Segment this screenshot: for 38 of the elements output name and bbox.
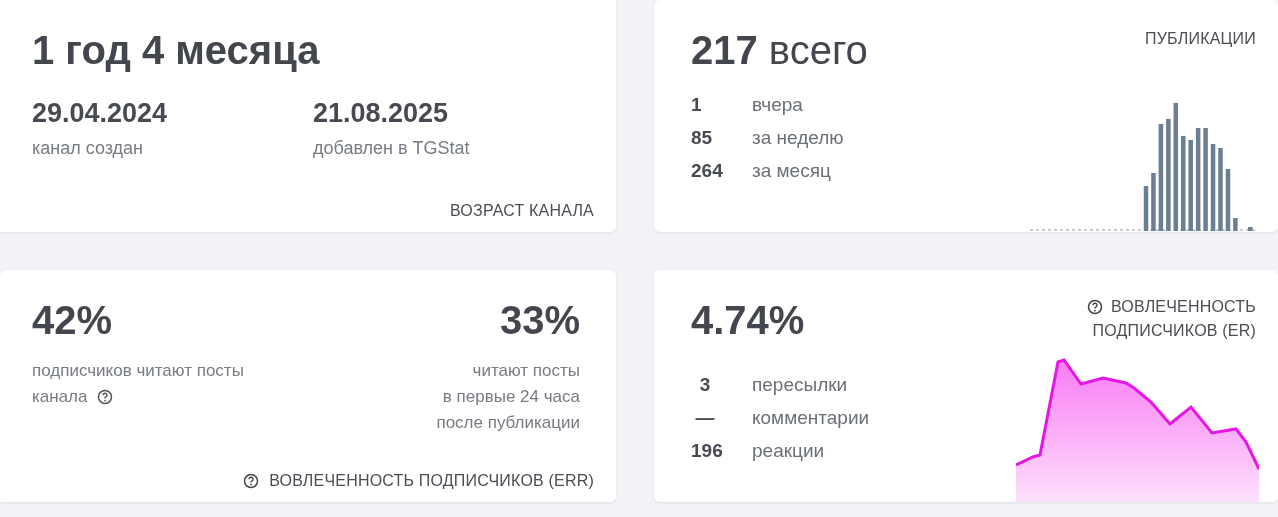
chart-bar xyxy=(1248,227,1253,231)
reach-description: после публикации xyxy=(436,412,580,434)
card-caption: ВОЗРАСТ КАНАЛА xyxy=(450,202,594,220)
stat-label: вчера xyxy=(752,94,803,116)
help-icon[interactable] xyxy=(243,473,260,489)
stat-label: реакции xyxy=(752,440,825,462)
chart-bar xyxy=(1143,186,1149,231)
chart-bar xyxy=(1225,169,1231,231)
reach-description: подписчиков читают посты xyxy=(32,361,244,380)
date-value: 29.04.2024 xyxy=(32,97,168,130)
reach-description: в первые 24 часа xyxy=(442,386,580,408)
stat-value: 264 xyxy=(691,160,724,182)
er-value: 4.74% xyxy=(691,297,806,344)
stat-label: за неделю xyxy=(752,127,844,149)
date-value: 21.08.2025 xyxy=(313,97,449,130)
help-icon[interactable] xyxy=(97,389,114,405)
date-label: добавлен в TGStat xyxy=(313,138,470,159)
chart-bar xyxy=(1233,218,1238,231)
card-caption: ВОВЛЕЧЕННОСТЬ ПОДПИСЧИКОВ (ERR) xyxy=(269,472,594,490)
stat-label: комментарии xyxy=(752,407,870,429)
card-caption: ПОДПИСЧИКОВ (ER) xyxy=(1092,322,1256,340)
duration: 1 год 4 месяца xyxy=(32,27,321,74)
stat-label: за месяц xyxy=(752,160,831,182)
card-caption: ПУБЛИКАЦИИ xyxy=(1145,30,1256,48)
chart-bar xyxy=(1151,173,1156,231)
stat-value: 85 xyxy=(691,127,714,149)
reach-description: читают посты xyxy=(472,360,580,382)
reach-value: 42% xyxy=(32,297,114,344)
reach-value: 33% xyxy=(499,297,580,344)
date-label: канал создан xyxy=(32,138,144,159)
stat-value: 1 xyxy=(691,94,703,116)
reach-description: канала xyxy=(32,386,88,408)
help-icon[interactable] xyxy=(1086,299,1103,315)
card-caption: ВОВЛЕЧЕННОСТЬ xyxy=(1110,298,1256,316)
stat-label: пересылки xyxy=(752,374,848,396)
posts-total: 217 всего xyxy=(691,27,868,74)
stat-value: 3 xyxy=(698,374,712,396)
stat-value: — xyxy=(694,407,716,429)
